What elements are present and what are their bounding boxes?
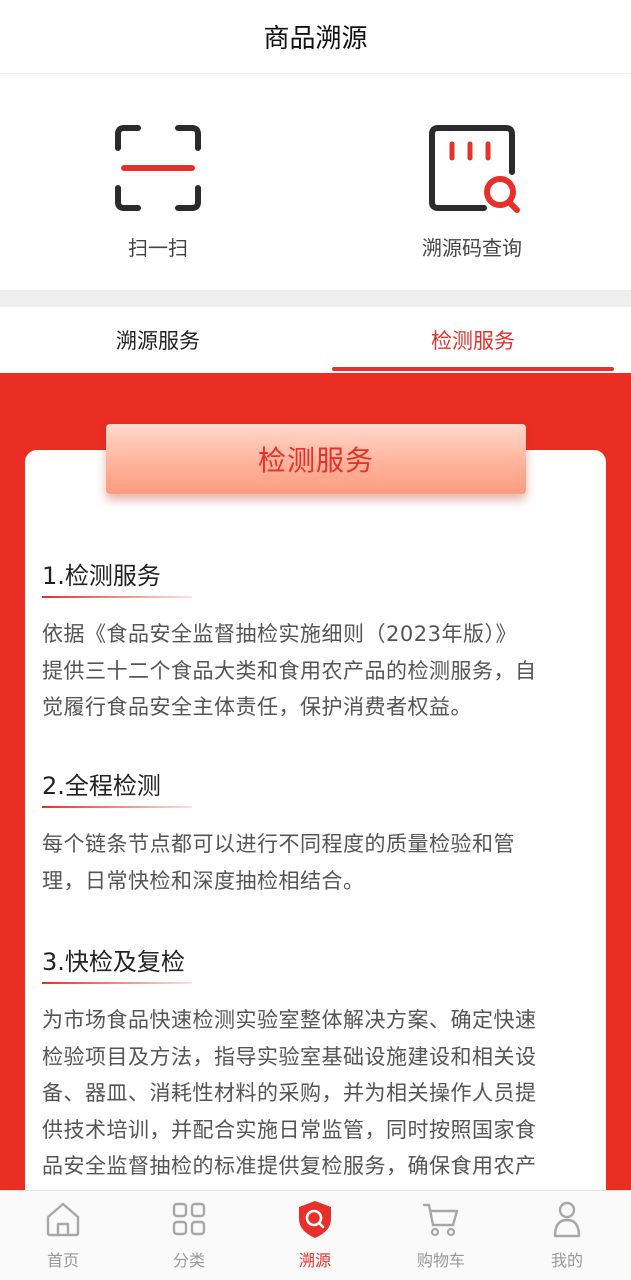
section-divider [0,290,631,307]
section-body-2: 每个链条节点都可以进行不同程度的质量检验和管 理，日常快检和深度抽检相结合。 [42,826,590,899]
nav-mine-label: 我的 [550,1251,583,1270]
section-3-line: 检验项目及方法，指导实验室基础设施建设和相关设 [42,1044,537,1069]
quick-actions: 扫一扫 溯源码查询 [0,74,631,290]
section-3-line: 供技术培训，并配合实施日常监管，同时按照国家食 [42,1117,537,1142]
section-body-3: 为市场食品快速检测实验室整体解决方案、确定快速 检验项目及方法，指导实验室基础设… [42,1002,590,1185]
tab-inspection-service-label: 检测服务 [431,329,515,353]
tab-inspection-service[interactable]: 检测服务 [332,307,614,373]
section-underline-2 [42,806,192,808]
trace-code-query-button[interactable]: 溯源码查询 [372,120,572,261]
card-ribbon-title: 检测服务 [257,444,374,477]
trace-shield-icon [299,1201,331,1238]
section-3-line: 品安全监督抽检的标准提供复检服务，确保食用农产 [42,1154,537,1178]
user-icon [553,1201,581,1238]
card-ribbon: 检测服务 [106,424,526,494]
section-3-line: 为市场食品快速检测实验室整体解决方案、确定快速 [42,1008,537,1032]
nav-category[interactable]: 分类 [144,1199,234,1271]
tab-trace-service[interactable]: 溯源服务 [17,307,299,373]
tab-trace-service-label: 溯源服务 [116,329,200,353]
header-bar: 商品溯源 [0,0,631,74]
nav-cart[interactable]: 购物车 [396,1199,486,1271]
cart-icon [422,1203,459,1237]
scan-label: 扫一扫 [128,236,188,260]
nav-mine[interactable]: 我的 [522,1199,612,1271]
page-title: 商品溯源 [263,24,368,54]
nav-trace-label: 溯源 [298,1251,331,1270]
bottom-tab-bar: 首页 分类 溯源 购物车 我的 [0,1190,631,1280]
section-title-3: 3.快检及复检 [42,948,185,976]
scan-button[interactable]: 扫一扫 [58,120,258,261]
trace-code-search-icon [429,125,520,213]
home-icon [46,1202,80,1237]
section-title-1: 1.检测服务 [42,562,161,590]
section-underline-1 [42,596,192,598]
nav-cart-label: 购物车 [416,1251,465,1270]
section-3-line: 备、器皿、消耗性材料的采购，并为相关操作人员提 [42,1081,537,1105]
nav-category-label: 分类 [172,1251,205,1270]
category-grid-icon [172,1202,206,1236]
section-underline-3 [42,982,192,984]
section-1-line: 依据《食品安全监督抽检实施细则（2023年版）》 [42,622,517,646]
scan-icon [115,125,201,211]
nav-home-label: 首页 [46,1251,79,1270]
nav-home[interactable]: 首页 [18,1199,108,1271]
section-title-2: 2.全程检测 [42,772,161,800]
service-tabs: 溯源服务 检测服务 [0,307,631,373]
active-tab-indicator [332,367,614,371]
section-1-line: 觉履行食品安全主体责任，保护消费者权益。 [42,695,472,719]
section-body-1: 依据《食品安全监督抽检实施细则（2023年版）》 提供三十二个食品大类和食用农产… [42,616,590,726]
trace-code-query-label: 溯源码查询 [422,236,522,260]
section-2-line: 理，日常快检和深度抽检相结合。 [42,868,365,893]
section-1-line: 提供三十二个食品大类和食用农产品的检测服务，自 [42,658,537,683]
nav-trace[interactable]: 溯源 [270,1199,360,1271]
section-2-line: 每个链条节点都可以进行不同程度的质量检验和管 [42,832,515,856]
